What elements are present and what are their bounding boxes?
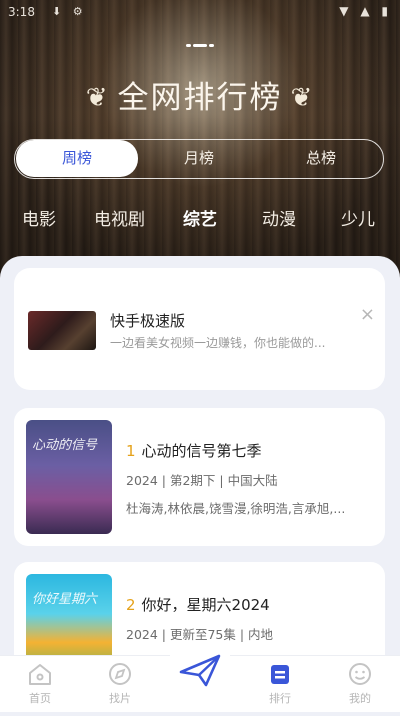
status-time: 3:18 [8,5,35,19]
tab-monthly[interactable]: 月榜 [139,140,259,177]
ad-title: 快手极速版 [110,312,186,330]
status-notification-icons: ⬇ ⚙ [52,5,87,18]
category-tv-series[interactable]: 电视剧 [94,205,145,230]
poster-text: 你好星期六 [32,592,98,607]
ad-card[interactable]: 快手极速版 一边看美女视频一边赚钱，你也能做的... × [14,268,385,390]
ranking-icon [271,665,289,684]
rank-number: 2 [126,596,136,614]
laurel-left-icon: ❦ [85,83,110,113]
category-tabs: 电影 电视剧 综艺 动漫 少儿 [0,205,400,245]
status-bar: 3:18 ⬇ ⚙ ▼ ▲ ▮ [0,0,400,26]
close-icon[interactable]: × [360,304,375,325]
category-anime[interactable]: 动漫 [262,205,296,230]
item-title-row: 1 心动的信号第七季 [126,440,262,461]
smile-face-icon [349,663,371,685]
tab-home[interactable]: 首页 [10,656,70,712]
show-title: 你好，星期六2024 [141,596,270,614]
tab-profile-label: 我的 [349,692,371,705]
category-movies[interactable]: 电影 [22,205,56,230]
tab-weekly[interactable]: 周榜 [16,140,138,177]
tab-ranking-label: 排行 [269,692,291,705]
show-meta: 2024 | 第2期下 | 中国大陆 [126,473,278,488]
item-title-row: 2 你好，星期六2024 [126,594,270,615]
center-action-button[interactable] [166,640,234,692]
paper-plane-icon [170,649,230,692]
tab-ranking[interactable]: 排行 [250,656,310,712]
show-cast: 杜海涛,林依晨,饶雪漫,徐明浩,言承旭,... [126,501,346,516]
poster-text: 心动的信号 [32,438,98,453]
ad-subtitle: 一边看美女视频一边赚钱，你也能做的... [110,336,326,350]
category-variety[interactable]: 综艺 [183,205,217,230]
show-title: 心动的信号第七季 [141,442,262,460]
tab-total[interactable]: 总榜 [261,140,381,177]
tab-discover[interactable]: 找片 [90,656,150,712]
tab-home-label: 首页 [29,692,51,705]
laurel-right-icon: ❦ [290,83,315,113]
ranking-item[interactable]: 心动的信号 1 心动的信号第七季 2024 | 第2期下 | 中国大陆 杜海涛,林… [14,408,385,546]
category-kids[interactable]: 少儿 [341,205,375,230]
status-system-icons: ▼ ▲ ▮ [339,4,392,18]
page-title-row: ❦ 全网排行榜 ❦ [0,72,400,117]
category-indicator [186,32,216,51]
show-poster: 心动的信号 [26,420,112,534]
rank-number: 1 [126,442,136,460]
period-tabs: 周榜 月榜 总榜 [14,139,384,179]
compass-icon [109,663,131,685]
tab-discover-label: 找片 [109,692,131,705]
page-title: 全网排行榜 [117,80,283,116]
ad-thumbnail [28,311,96,350]
tab-profile[interactable]: 我的 [330,656,390,712]
home-icon [29,664,51,685]
